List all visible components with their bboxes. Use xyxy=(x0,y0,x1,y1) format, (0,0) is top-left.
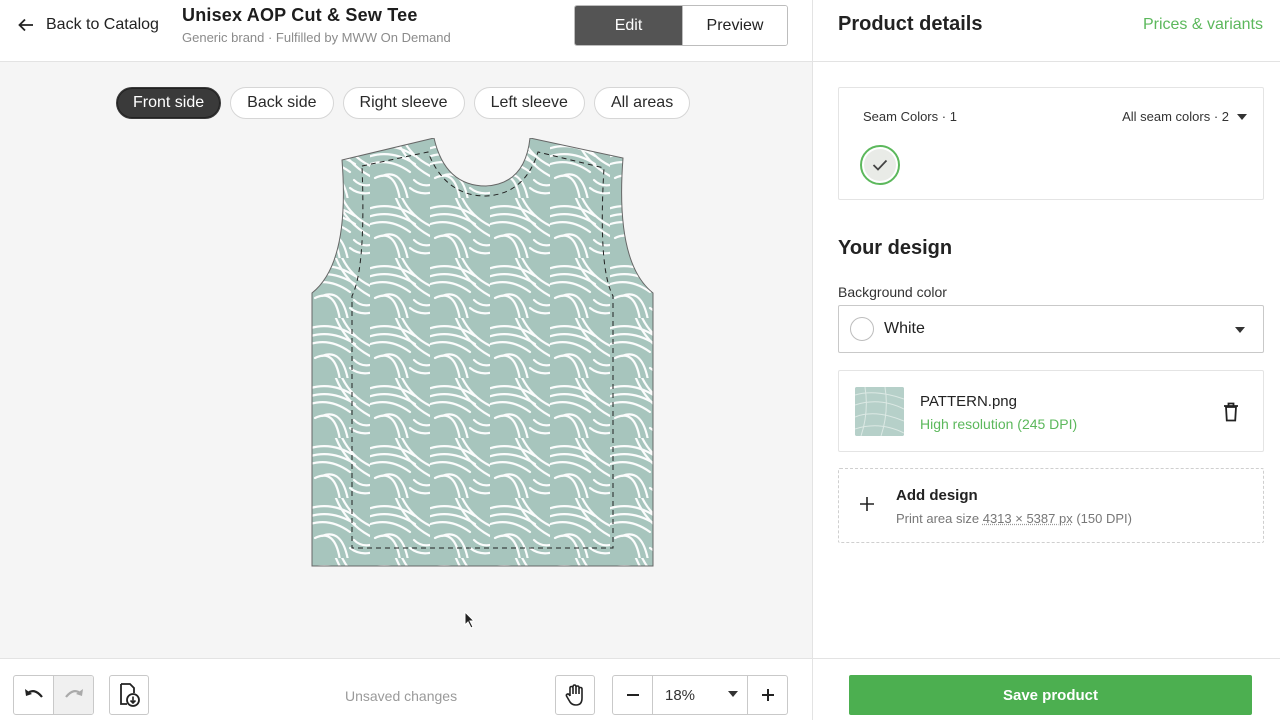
undo-button[interactable] xyxy=(14,676,53,714)
product-title: Unisex AOP Cut & Sew Tee xyxy=(182,5,418,25)
tab-left-sleeve[interactable]: Left sleeve xyxy=(473,87,585,119)
print-area-dimensions: 4313 × 5387 px xyxy=(982,511,1073,526)
panel-title: Product details xyxy=(838,13,983,35)
zoom-level-value: 18% xyxy=(665,686,696,704)
edit-mode-button[interactable]: Edit xyxy=(575,6,682,45)
tab-back-side[interactable]: Back side xyxy=(230,87,334,119)
caret-down-icon xyxy=(1237,113,1247,120)
your-design-heading: Your design xyxy=(838,237,953,259)
redo-button[interactable] xyxy=(53,676,93,714)
print-area-size-label: Print area size xyxy=(896,511,980,526)
tab-all-areas[interactable]: All areas xyxy=(593,87,691,119)
zoom-control: 18% xyxy=(612,675,788,715)
print-area-tabs: Front side Back side Right sleeve Left s… xyxy=(116,87,691,119)
caret-down-icon xyxy=(728,691,738,697)
checkmark-icon xyxy=(872,159,888,171)
tab-right-sleeve[interactable]: Right sleeve xyxy=(342,87,465,119)
panel-footer: Save product xyxy=(813,658,1280,720)
add-design-button[interactable]: Add design Print area size 4313 × 5387 p… xyxy=(838,468,1264,543)
document-download-icon xyxy=(120,683,140,707)
seam-color-swatch[interactable] xyxy=(860,145,900,185)
back-to-catalog-link[interactable]: Back to Catalog xyxy=(16,14,159,36)
minus-icon xyxy=(626,694,639,696)
background-color-label: Background color xyxy=(838,284,947,300)
save-to-library-button[interactable] xyxy=(109,675,149,715)
back-label: Back to Catalog xyxy=(46,16,159,33)
color-swatch-icon xyxy=(850,317,874,341)
arrow-left-icon xyxy=(18,18,33,32)
tee-front-mockup[interactable] xyxy=(310,138,656,568)
save-product-button[interactable]: Save product xyxy=(849,675,1252,715)
trash-icon[interactable] xyxy=(1223,402,1239,422)
tab-front-side[interactable]: Front side xyxy=(116,87,222,119)
print-area-dpi: (150 DPI) xyxy=(1076,511,1132,526)
seam-colors-card: Seam Colors · 1 All seam colors · 2 xyxy=(838,87,1264,200)
all-seam-colors-dropdown[interactable]: All seam colors · 2 xyxy=(1122,109,1247,124)
seam-color-fill xyxy=(864,149,896,181)
zoom-in-button[interactable] xyxy=(748,676,787,714)
redo-icon xyxy=(64,689,83,698)
pan-tool-button[interactable] xyxy=(555,675,595,715)
zoom-out-button[interactable] xyxy=(613,676,652,714)
background-color-value: White xyxy=(884,320,925,337)
preview-mode-button[interactable]: Preview xyxy=(682,6,787,45)
caret-down-icon xyxy=(1235,327,1245,333)
mode-toggle: Edit Preview xyxy=(574,5,788,46)
save-status: Unsaved changes xyxy=(345,688,458,704)
prices-variants-link[interactable]: Prices & variants xyxy=(1143,16,1263,34)
design-canvas[interactable]: Front side Back side Right sleeve Left s… xyxy=(0,62,812,658)
editor-header: Back to Catalog Unisex AOP Cut & Sew Tee… xyxy=(0,0,812,62)
add-design-title: Add design xyxy=(896,487,978,504)
background-color-select[interactable]: White xyxy=(838,305,1264,353)
design-file-card[interactable]: PATTERN.png High resolution (245 DPI) xyxy=(838,370,1264,452)
print-area-size: Print area size 4313 × 5387 px (150 DPI) xyxy=(896,511,1132,526)
seam-colors-label: Seam Colors · 1 xyxy=(863,109,957,124)
hand-icon xyxy=(565,684,583,706)
design-thumbnail xyxy=(855,387,904,436)
history-controls xyxy=(13,675,94,715)
all-seam-colors-label: All seam colors · 2 xyxy=(1122,109,1229,124)
plus-icon xyxy=(860,497,874,511)
mouse-cursor-icon xyxy=(464,611,476,629)
panel-header: Product details Prices & variants xyxy=(813,0,1280,62)
editor-toolbar: Unsaved changes 18% xyxy=(0,658,812,720)
product-subtitle: Generic brand · Fulfilled by MWW On Dema… xyxy=(182,30,451,45)
undo-icon xyxy=(24,689,43,698)
resolution-status: High resolution (245 DPI) xyxy=(920,416,1078,432)
design-file-name: PATTERN.png xyxy=(920,393,1017,410)
plus-icon xyxy=(761,689,774,701)
zoom-level-select[interactable]: 18% xyxy=(652,676,748,714)
product-details-panel: Product details Prices & variants Seam C… xyxy=(812,0,1280,720)
